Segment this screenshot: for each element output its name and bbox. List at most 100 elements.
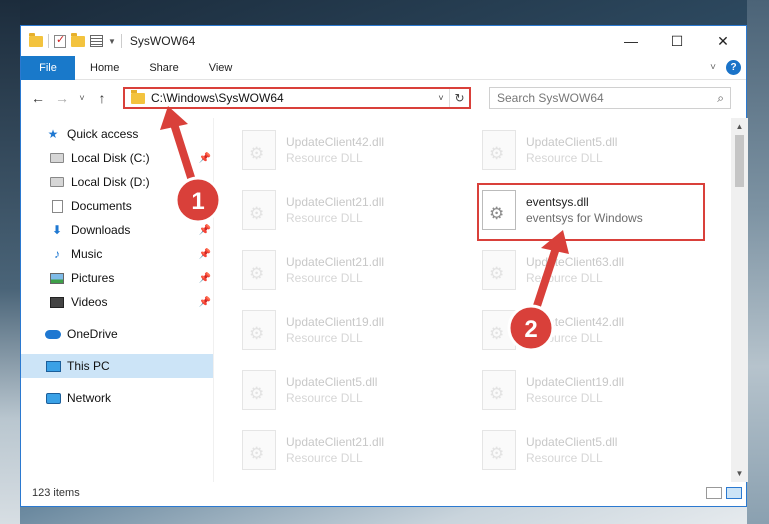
music-icon: ♪ bbox=[54, 247, 60, 261]
tab-home[interactable]: Home bbox=[75, 62, 134, 74]
documents-icon bbox=[49, 199, 65, 213]
file-name: eventsys.dll bbox=[526, 195, 589, 209]
file-item[interactable]: UpdateClient42.dll Resource DLL bbox=[242, 125, 472, 175]
file-name: UpdateClient19.dll bbox=[526, 375, 625, 389]
new-folder-icon[interactable] bbox=[71, 32, 85, 47]
vertical-scrollbar[interactable]: ▲ ▼ bbox=[731, 118, 748, 482]
sidebar-item-local-disk-d[interactable]: Local Disk (D:) bbox=[21, 170, 213, 194]
dll-file-icon bbox=[242, 250, 276, 290]
file-item[interactable]: UpdateClient5.dll Resource DLL bbox=[482, 425, 712, 475]
pin-icon: 📌 bbox=[198, 200, 211, 212]
customize-toolbar-chevron-icon[interactable]: ▼ bbox=[108, 37, 116, 46]
dll-file-icon bbox=[482, 430, 516, 470]
sidebar-item-label: OneDrive bbox=[67, 327, 118, 341]
pin-icon: 📌 bbox=[198, 248, 211, 260]
scrollbar-thumb[interactable] bbox=[735, 135, 744, 187]
address-path[interactable]: C:\Windows\SysWOW64 bbox=[151, 91, 433, 105]
file-name: UpdateClient5.dll bbox=[526, 435, 618, 449]
sidebar-item-downloads[interactable]: ⬇ Downloads 📌 bbox=[21, 218, 213, 242]
tab-view[interactable]: View bbox=[194, 62, 248, 74]
expand-ribbon-chevron-icon[interactable]: ˅ bbox=[710, 62, 716, 73]
refresh-button[interactable]: ↻ bbox=[449, 89, 469, 107]
file-type: Resource DLL bbox=[286, 391, 363, 405]
file-name: UpdateClient21.dll bbox=[286, 195, 385, 209]
close-button[interactable]: ✕ bbox=[700, 26, 746, 56]
file-item[interactable]: UpdateClient63.dll Resource DLL bbox=[482, 245, 712, 295]
file-name: UpdateClient42.dll bbox=[526, 315, 625, 329]
address-dropdown-chevron-icon[interactable]: ˅ bbox=[433, 93, 449, 103]
file-type: eventsys for Windows bbox=[526, 211, 643, 225]
this-pc-icon bbox=[45, 359, 61, 373]
file-item[interactable]: UpdateClient21.dll Resource DLL bbox=[242, 245, 472, 295]
toolbar-separator bbox=[48, 34, 49, 48]
help-icon[interactable]: ? bbox=[726, 60, 741, 75]
toolbar-separator bbox=[120, 34, 122, 48]
pin-icon: 📌 bbox=[198, 296, 211, 308]
address-bar[interactable]: C:\Windows\SysWOW64 ˅ ↻ bbox=[123, 87, 471, 109]
file-type: Resource DLL bbox=[286, 151, 363, 165]
sidebar-item-documents[interactable]: Documents 📌 bbox=[21, 194, 213, 218]
disk-icon bbox=[49, 151, 65, 165]
recent-locations-chevron-icon[interactable]: ˅ bbox=[77, 93, 87, 103]
main-area: ★ Quick access Local Disk (C:) 📌 Local D… bbox=[21, 118, 748, 482]
file-item[interactable]: UpdateClient19.dll Resource DLL bbox=[242, 305, 472, 355]
file-type: Resource DLL bbox=[526, 151, 603, 165]
dll-file-icon bbox=[482, 370, 516, 410]
properties-check-icon[interactable] bbox=[54, 33, 66, 48]
file-item[interactable]: UpdateClient5.dll Resource DLL bbox=[242, 365, 472, 415]
file-explorer-window: ▼ SysWOW64 — ☐ ✕ File Home Share View ˅ … bbox=[20, 25, 748, 507]
file-name: UpdateClient19.dll bbox=[286, 315, 385, 329]
search-icon[interactable]: ⌕ bbox=[717, 91, 724, 106]
up-button[interactable]: ↑ bbox=[93, 90, 111, 106]
file-type: Resource DLL bbox=[526, 391, 603, 405]
maximize-button[interactable]: ☐ bbox=[654, 26, 700, 56]
sidebar-item-label: Quick access bbox=[67, 127, 139, 141]
desktop-background-right bbox=[747, 0, 769, 524]
folder-icon bbox=[131, 89, 145, 104]
tab-file[interactable]: File bbox=[21, 55, 75, 80]
sidebar-item-local-disk-c[interactable]: Local Disk (C:) 📌 bbox=[21, 146, 213, 170]
scroll-up-arrow-icon[interactable]: ▲ bbox=[731, 118, 748, 135]
dll-file-icon bbox=[242, 310, 276, 350]
sidebar-item-label: Documents bbox=[71, 199, 132, 213]
back-button[interactable]: ← bbox=[29, 90, 47, 106]
file-item[interactable]: UpdateClient42.dll Resource DLL bbox=[482, 305, 712, 355]
file-type: Resource DLL bbox=[286, 271, 363, 285]
minimize-button[interactable]: — bbox=[608, 26, 654, 56]
dll-file-icon bbox=[242, 370, 276, 410]
forward-button[interactable]: → bbox=[53, 90, 71, 106]
network-icon bbox=[45, 391, 61, 405]
details-view-icon[interactable] bbox=[706, 487, 722, 499]
dll-file-icon bbox=[242, 430, 276, 470]
title-bar: ▼ SysWOW64 — ☐ ✕ bbox=[21, 26, 746, 56]
sidebar-item-videos[interactable]: Videos 📌 bbox=[21, 290, 213, 314]
search-placeholder: Search SysWOW64 bbox=[497, 91, 604, 105]
file-item[interactable]: UpdateClient19.dll Resource DLL bbox=[482, 365, 712, 415]
file-item-eventsys[interactable]: eventsys.dll eventsys for Windows bbox=[482, 185, 712, 235]
sidebar-item-pictures[interactable]: Pictures 📌 bbox=[21, 266, 213, 290]
sidebar-item-network[interactable]: Network bbox=[21, 386, 213, 410]
file-item[interactable]: UpdateClient21.dll Resource DLL bbox=[242, 185, 472, 235]
file-name: UpdateClient5.dll bbox=[286, 375, 378, 389]
disk-icon bbox=[49, 175, 65, 189]
pictures-icon bbox=[49, 271, 65, 285]
dll-file-icon bbox=[242, 130, 276, 170]
sidebar-item-music[interactable]: ♪ Music 📌 bbox=[21, 242, 213, 266]
sidebar-item-onedrive[interactable]: OneDrive bbox=[21, 322, 213, 346]
large-icons-view-icon[interactable] bbox=[726, 487, 742, 499]
dll-file-icon bbox=[482, 310, 516, 350]
file-name: UpdateClient5.dll bbox=[526, 135, 618, 149]
search-input[interactable]: Search SysWOW64 ⌕ bbox=[489, 87, 731, 109]
star-icon: ★ bbox=[47, 127, 59, 141]
videos-icon bbox=[49, 295, 65, 309]
file-name: UpdateClient63.dll bbox=[526, 255, 625, 269]
properties-icon[interactable] bbox=[90, 35, 103, 47]
file-item[interactable]: UpdateClient5.dll Resource DLL bbox=[482, 125, 712, 175]
sidebar-item-quick-access[interactable]: ★ Quick access bbox=[21, 122, 213, 146]
pin-icon: 📌 bbox=[198, 224, 211, 236]
tab-share[interactable]: Share bbox=[134, 62, 193, 74]
sidebar-item-this-pc[interactable]: This PC bbox=[21, 354, 213, 378]
navigation-pane: ★ Quick access Local Disk (C:) 📌 Local D… bbox=[21, 118, 214, 482]
file-item[interactable]: UpdateClient21.dll Resource DLL bbox=[242, 425, 472, 475]
dll-file-icon bbox=[242, 190, 276, 230]
